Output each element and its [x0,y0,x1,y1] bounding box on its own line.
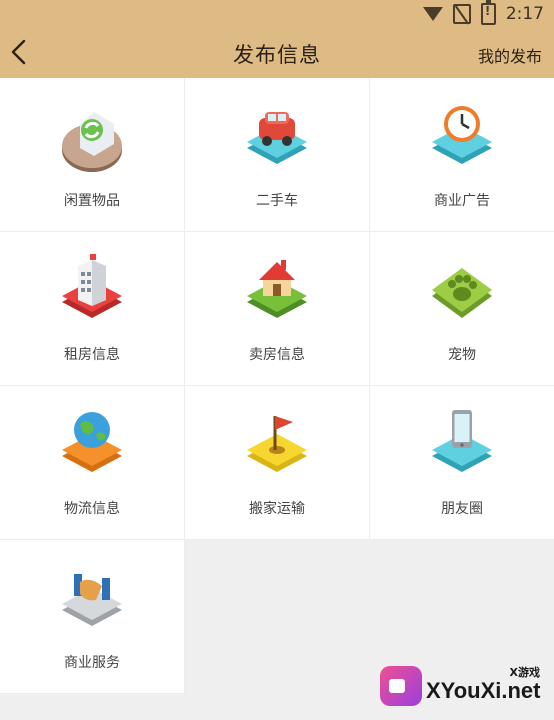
clock-icon [422,98,502,178]
status-bar: 2:17 [0,0,554,28]
handshake-icon [52,560,132,640]
category-grid: 闲置物品 二手车 商业广告 租房信息 卖房信息 宠物 物流信息 搬家运输 朋友圈… [0,78,554,694]
category-moments[interactable]: 朋友圈 [370,386,554,540]
flag-icon [237,406,317,486]
site-watermark: X游戏 XYouXi.net [380,664,546,710]
category-label: 宠物 [448,347,476,363]
category-label: 朋友圈 [441,501,483,517]
category-logistics[interactable]: 物流信息 [0,386,185,540]
category-pets[interactable]: 宠物 [370,232,554,386]
category-used-car[interactable]: 二手车 [185,78,370,232]
category-label: 闲置物品 [64,193,120,209]
car-icon [237,98,317,178]
navigation-bar: 发布信息 我的发布 [0,28,554,78]
building-icon [52,252,132,332]
category-idle-items[interactable]: 闲置物品 [0,78,185,232]
house-icon [237,252,317,332]
paw-icon [422,252,502,332]
category-label: 商业服务 [64,655,120,671]
empty-cell [185,540,369,693]
category-label: 搬家运输 [249,501,305,517]
category-moving[interactable]: 搬家运输 [185,386,370,540]
recycle-icon [52,98,132,178]
status-icons: 2:17 [422,0,544,25]
my-posts-button[interactable]: 我的发布 [478,43,542,67]
status-time: 2:17 [505,4,544,24]
wifi-icon [422,7,443,21]
category-house-sale[interactable]: 卖房信息 [185,232,370,386]
no-sim-icon [452,4,471,24]
page-title: 发布信息 [233,43,321,67]
phone-icon [422,406,502,486]
watermark-brand: XYouXi.net [426,678,541,703]
category-label: 租房信息 [64,347,120,363]
category-label: 卖房信息 [249,347,305,363]
battery-icon [480,0,496,25]
category-label: 商业广告 [434,193,490,209]
globe-icon [52,406,132,486]
category-business-ads[interactable]: 商业广告 [370,78,554,232]
category-rental[interactable]: 租房信息 [0,232,185,386]
category-label: 物流信息 [64,501,120,517]
category-business-services[interactable]: 商业服务 [0,540,185,694]
gamepad-logo-icon [380,666,422,706]
category-label: 二手车 [256,193,298,209]
